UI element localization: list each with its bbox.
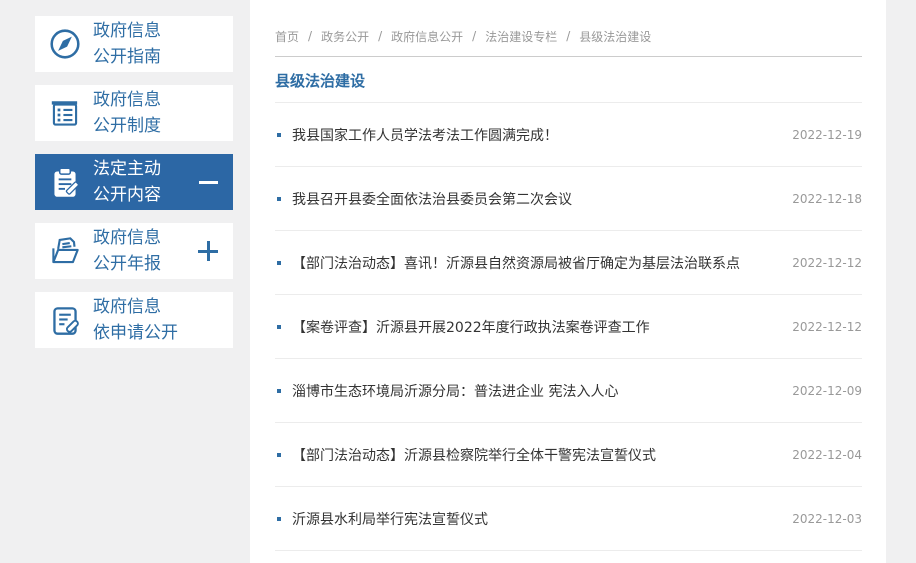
article-row[interactable]: 沂源县水利局举行宪法宣誓仪式 2022-12-03 — [275, 487, 862, 551]
article-date: 2022-12-04 — [792, 447, 862, 462]
bullet-icon — [277, 132, 281, 137]
sidebar-item-active-disclosure[interactable]: 法定主动 公开内容 — [35, 154, 233, 210]
compass-icon — [46, 25, 84, 63]
article-link[interactable]: 【部门法治动态】喜讯！沂源县自然资源局被省厅确定为基层法治联系点 — [292, 253, 740, 273]
breadcrumb: 首页 / 政务公开 / 政府信息公开 / 法治建设专栏 / 县级法治建设 — [275, 0, 862, 45]
article-row[interactable]: 【案卷评查】沂源县开展2022年度行政执法案卷评查工作 2022-12-12 — [275, 295, 862, 359]
sidebar-item-apply-disclosure[interactable]: 政府信息 依申请公开 — [35, 292, 233, 348]
sidebar-item-label: 公开指南 — [93, 47, 161, 67]
breadcrumb-item-rule-of-law-column[interactable]: 法治建设专栏 — [485, 28, 557, 45]
article-link[interactable]: 我县召开县委全面依法治县委员会第二次会议 — [292, 189, 572, 209]
breadcrumb-separator: / — [308, 29, 313, 43]
sidebar-item-label: 政府信息 — [93, 297, 161, 317]
article-row[interactable]: 淄博市生态环境局沂源分局：普法进企业 宪法入人心 2022-12-09 — [275, 359, 862, 423]
content-panel: 首页 / 政务公开 / 政府信息公开 / 法治建设专栏 / 县级法治建设 县级法… — [250, 0, 886, 563]
breadcrumb-item-info-disclosure[interactable]: 政府信息公开 — [391, 28, 463, 45]
article-link[interactable]: 【部门法治动态】沂源县检察院举行全体干警宪法宣誓仪式 — [292, 445, 656, 465]
sidebar-item-label: 政府信息 — [93, 21, 161, 41]
bullet-icon — [277, 196, 281, 201]
breadcrumb-separator: / — [566, 29, 571, 43]
breadcrumb-item-gov-affairs[interactable]: 政务公开 — [321, 28, 369, 45]
document-list-icon — [46, 94, 84, 132]
sidebar: 政府信息 公开指南 政府信息 公开制度 法定主动 公开内容 政府信息 公开年报 … — [35, 16, 233, 361]
article-link[interactable]: 沂源县水利局举行宪法宣誓仪式 — [292, 509, 488, 529]
breadcrumb-divider — [275, 56, 862, 57]
folder-file-icon — [46, 232, 84, 270]
sidebar-item-label: 法定主动 — [93, 159, 161, 179]
article-date: 2022-12-19 — [792, 127, 862, 142]
article-row[interactable]: 我县国家工作人员学法考法工作圆满完成！ 2022-12-19 — [275, 103, 862, 167]
article-list: 我县国家工作人员学法考法工作圆满完成！ 2022-12-19 我县召开县委全面依… — [275, 103, 862, 551]
expand-plus-icon[interactable] — [198, 241, 218, 261]
collapse-minus-icon[interactable] — [199, 180, 218, 184]
sidebar-item-disclosure-system[interactable]: 政府信息 公开制度 — [35, 85, 233, 141]
bullet-icon — [277, 452, 281, 457]
sidebar-item-label: 政府信息 — [93, 228, 161, 248]
article-link[interactable]: 淄博市生态环境局沂源分局：普法进企业 宪法入人心 — [292, 381, 618, 401]
article-date: 2022-12-09 — [792, 383, 862, 398]
sidebar-item-disclosure-guide[interactable]: 政府信息 公开指南 — [35, 16, 233, 72]
bullet-icon — [277, 388, 281, 393]
article-date: 2022-12-03 — [792, 511, 862, 526]
bullet-icon — [277, 260, 281, 265]
sidebar-item-label: 政府信息 — [93, 90, 161, 110]
article-link[interactable]: 【案卷评查】沂源县开展2022年度行政执法案卷评查工作 — [292, 317, 650, 337]
article-row[interactable]: 我县召开县委全面依法治县委员会第二次会议 2022-12-18 — [275, 167, 862, 231]
breadcrumb-separator: / — [472, 29, 477, 43]
document-pen-icon — [46, 301, 84, 339]
page-title: 县级法治建设 — [275, 72, 366, 90]
bullet-icon — [277, 516, 281, 521]
sidebar-item-label: 公开内容 — [93, 185, 161, 205]
article-row[interactable]: 【部门法治动态】沂源县检察院举行全体干警宪法宣誓仪式 2022-12-04 — [275, 423, 862, 487]
article-date: 2022-12-18 — [792, 191, 862, 206]
sidebar-item-label: 公开年报 — [93, 254, 161, 274]
article-date: 2022-12-12 — [792, 255, 862, 270]
article-row[interactable]: 【部门法治动态】喜讯！沂源县自然资源局被省厅确定为基层法治联系点 2022-12… — [275, 231, 862, 295]
sidebar-item-label: 依申请公开 — [93, 323, 178, 343]
bullet-icon — [277, 324, 281, 329]
clipboard-pen-icon — [46, 163, 84, 201]
sidebar-item-annual-report[interactable]: 政府信息 公开年报 — [35, 223, 233, 279]
breadcrumb-item-current: 县级法治建设 — [579, 29, 652, 44]
breadcrumb-separator: / — [378, 29, 383, 43]
breadcrumb-item-home[interactable]: 首页 — [275, 28, 299, 45]
sidebar-item-label: 公开制度 — [93, 116, 161, 136]
article-date: 2022-12-12 — [792, 319, 862, 334]
article-link[interactable]: 我县国家工作人员学法考法工作圆满完成！ — [292, 125, 558, 145]
